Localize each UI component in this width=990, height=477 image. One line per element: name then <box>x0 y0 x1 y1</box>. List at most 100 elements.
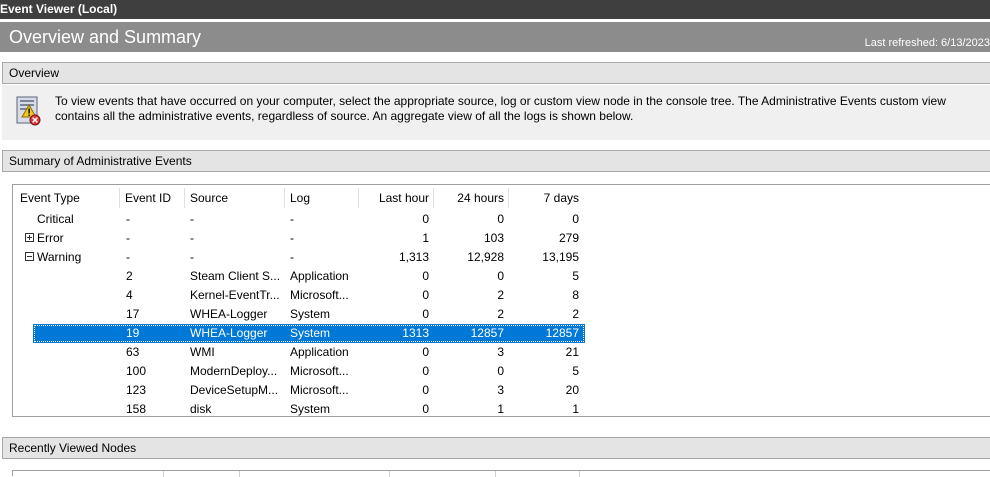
overview-description: To view events that have occurred on you… <box>55 94 946 123</box>
summary-section-header[interactable]: Summary of Administrative Events <box>2 150 990 172</box>
source-cell: ModernDeploy... <box>190 364 278 378</box>
last-hour-cell: 0 <box>422 345 429 359</box>
table-row[interactable]: 123 DeviceSetupM... Microsoft... 0 3 20 <box>33 381 585 400</box>
column-header-24-hours[interactable]: 24 hours <box>434 188 504 208</box>
column-separator[interactable] <box>579 471 580 477</box>
event-type-cell <box>37 362 117 381</box>
24-hours-cell: 12857 <box>470 326 504 340</box>
event-type-cell: Warning <box>37 250 82 264</box>
table-row[interactable]: Warning - - - 1,313 12,928 13,195 <box>25 248 585 267</box>
event-id-cell: 17 <box>126 307 140 321</box>
source-cell: WHEA-Logger <box>190 326 268 340</box>
event-type-cell <box>37 324 117 343</box>
column-separator[interactable] <box>239 471 240 477</box>
event-id-cell: - <box>126 250 130 264</box>
last-hour-cell: 1 <box>422 231 429 245</box>
overview-section-header[interactable]: Overview <box>2 62 990 84</box>
page-banner: Overview and Summary Last refreshed: 6/1… <box>0 22 990 52</box>
column-header-event-type[interactable]: Event Type <box>20 188 80 208</box>
source-cell: Kernel-EventTr... <box>190 288 280 302</box>
event-log-info-icon <box>16 96 41 126</box>
column-separator[interactable] <box>495 471 496 477</box>
column-header-7-days[interactable]: 7 days <box>509 188 579 208</box>
7-days-cell: 0 <box>572 212 579 226</box>
7-days-cell: 13,195 <box>542 250 579 264</box>
last-hour-cell: 0 <box>422 288 429 302</box>
24-hours-cell: 0 <box>497 364 504 378</box>
log-cell: - <box>290 212 294 226</box>
log-cell: System <box>290 307 331 321</box>
table-row[interactable]: 17 WHEA-Logger System 0 2 2 <box>33 305 585 324</box>
log-cell: System <box>290 402 331 416</box>
24-hours-cell: 3 <box>497 345 504 359</box>
table-row[interactable]: 4 Kernel-EventTr... Microsoft... 0 2 8 <box>33 286 585 305</box>
event-id-cell: 4 <box>126 288 133 302</box>
7-days-cell: 8 <box>572 288 579 302</box>
event-type-cell <box>37 286 117 305</box>
table-row[interactable]: Critical - - - 0 0 0 <box>33 210 585 229</box>
24-hours-cell: 2 <box>497 307 504 321</box>
last-hour-cell: 0 <box>422 402 429 416</box>
24-hours-cell: 0 <box>497 212 504 226</box>
log-cell: System <box>290 326 331 340</box>
24-hours-cell: 12,928 <box>467 250 504 264</box>
column-header-event-id[interactable]: Event ID <box>125 188 171 208</box>
log-cell: Microsoft... <box>290 288 349 302</box>
7-days-cell: 1 <box>572 402 579 416</box>
expand-icon[interactable] <box>25 233 34 242</box>
summary-table: Event Type Event ID Source Log Last hour… <box>12 184 990 417</box>
event-type-cell: Error <box>37 231 64 245</box>
table-row[interactable]: 2 Steam Client S... Application 0 0 5 <box>33 267 585 286</box>
source-cell: - <box>190 250 194 264</box>
table-row[interactable]: 158 disk System 0 1 1 <box>33 400 585 416</box>
recent-section-header[interactable]: Recently Viewed Nodes <box>2 437 990 459</box>
last-hour-cell: 0 <box>422 364 429 378</box>
column-header-source[interactable]: Source <box>190 188 228 208</box>
24-hours-cell: 2 <box>497 288 504 302</box>
log-cell: Application <box>290 269 349 283</box>
event-id-cell: - <box>126 231 130 245</box>
source-cell: DeviceSetupM... <box>190 383 279 397</box>
log-cell: Microsoft... <box>290 383 349 397</box>
source-cell: - <box>190 231 194 245</box>
event-type-cell <box>37 381 117 400</box>
last-hour-cell: 1313 <box>402 326 429 340</box>
24-hours-cell: 103 <box>483 231 504 245</box>
7-days-cell: 2 <box>572 307 579 321</box>
24-hours-cell: 3 <box>497 383 504 397</box>
event-type-cell <box>37 305 117 324</box>
7-days-cell: 5 <box>572 364 579 378</box>
last-hour-cell: 0 <box>422 269 429 283</box>
last-hour-cell: 0 <box>422 212 429 226</box>
column-header-last-hour[interactable]: Last hour <box>359 188 429 208</box>
recent-nodes-table <box>12 470 990 477</box>
event-id-cell: 19 <box>126 326 140 340</box>
table-row[interactable]: 63 WMI Application 0 3 21 <box>33 343 585 362</box>
event-id-cell: 63 <box>126 345 140 359</box>
column-separator[interactable] <box>389 471 390 477</box>
event-id-cell: - <box>126 212 130 226</box>
table-row[interactable]: Error - - - 1 103 279 <box>25 229 585 248</box>
7-days-cell: 20 <box>565 383 579 397</box>
24-hours-cell: 1 <box>497 402 504 416</box>
collapse-icon[interactable] <box>25 252 34 261</box>
24-hours-cell: 0 <box>497 269 504 283</box>
7-days-cell: 12857 <box>545 326 579 340</box>
source-cell: Steam Client S... <box>190 269 281 283</box>
last-refreshed-label: Last refreshed: 6/13/2023 <box>864 37 990 49</box>
column-separator[interactable] <box>163 471 164 477</box>
log-cell: Application <box>290 345 349 359</box>
source-cell: disk <box>190 402 212 416</box>
source-cell: - <box>190 212 194 226</box>
column-header-log[interactable]: Log <box>290 188 310 208</box>
log-cell: - <box>290 231 294 245</box>
column-separator[interactable] <box>184 188 185 208</box>
table-row[interactable]: 100 ModernDeploy... Microsoft... 0 0 5 <box>33 362 585 381</box>
7-days-cell: 5 <box>572 269 579 283</box>
table-row[interactable]: 19 WHEA-Logger System 1313 12857 12857 <box>33 324 585 343</box>
last-hour-cell: 0 <box>422 383 429 397</box>
window-title: Event Viewer (Local) <box>0 0 990 19</box>
column-separator[interactable] <box>284 188 285 208</box>
event-id-cell: 100 <box>126 364 147 378</box>
column-separator[interactable] <box>119 188 120 208</box>
